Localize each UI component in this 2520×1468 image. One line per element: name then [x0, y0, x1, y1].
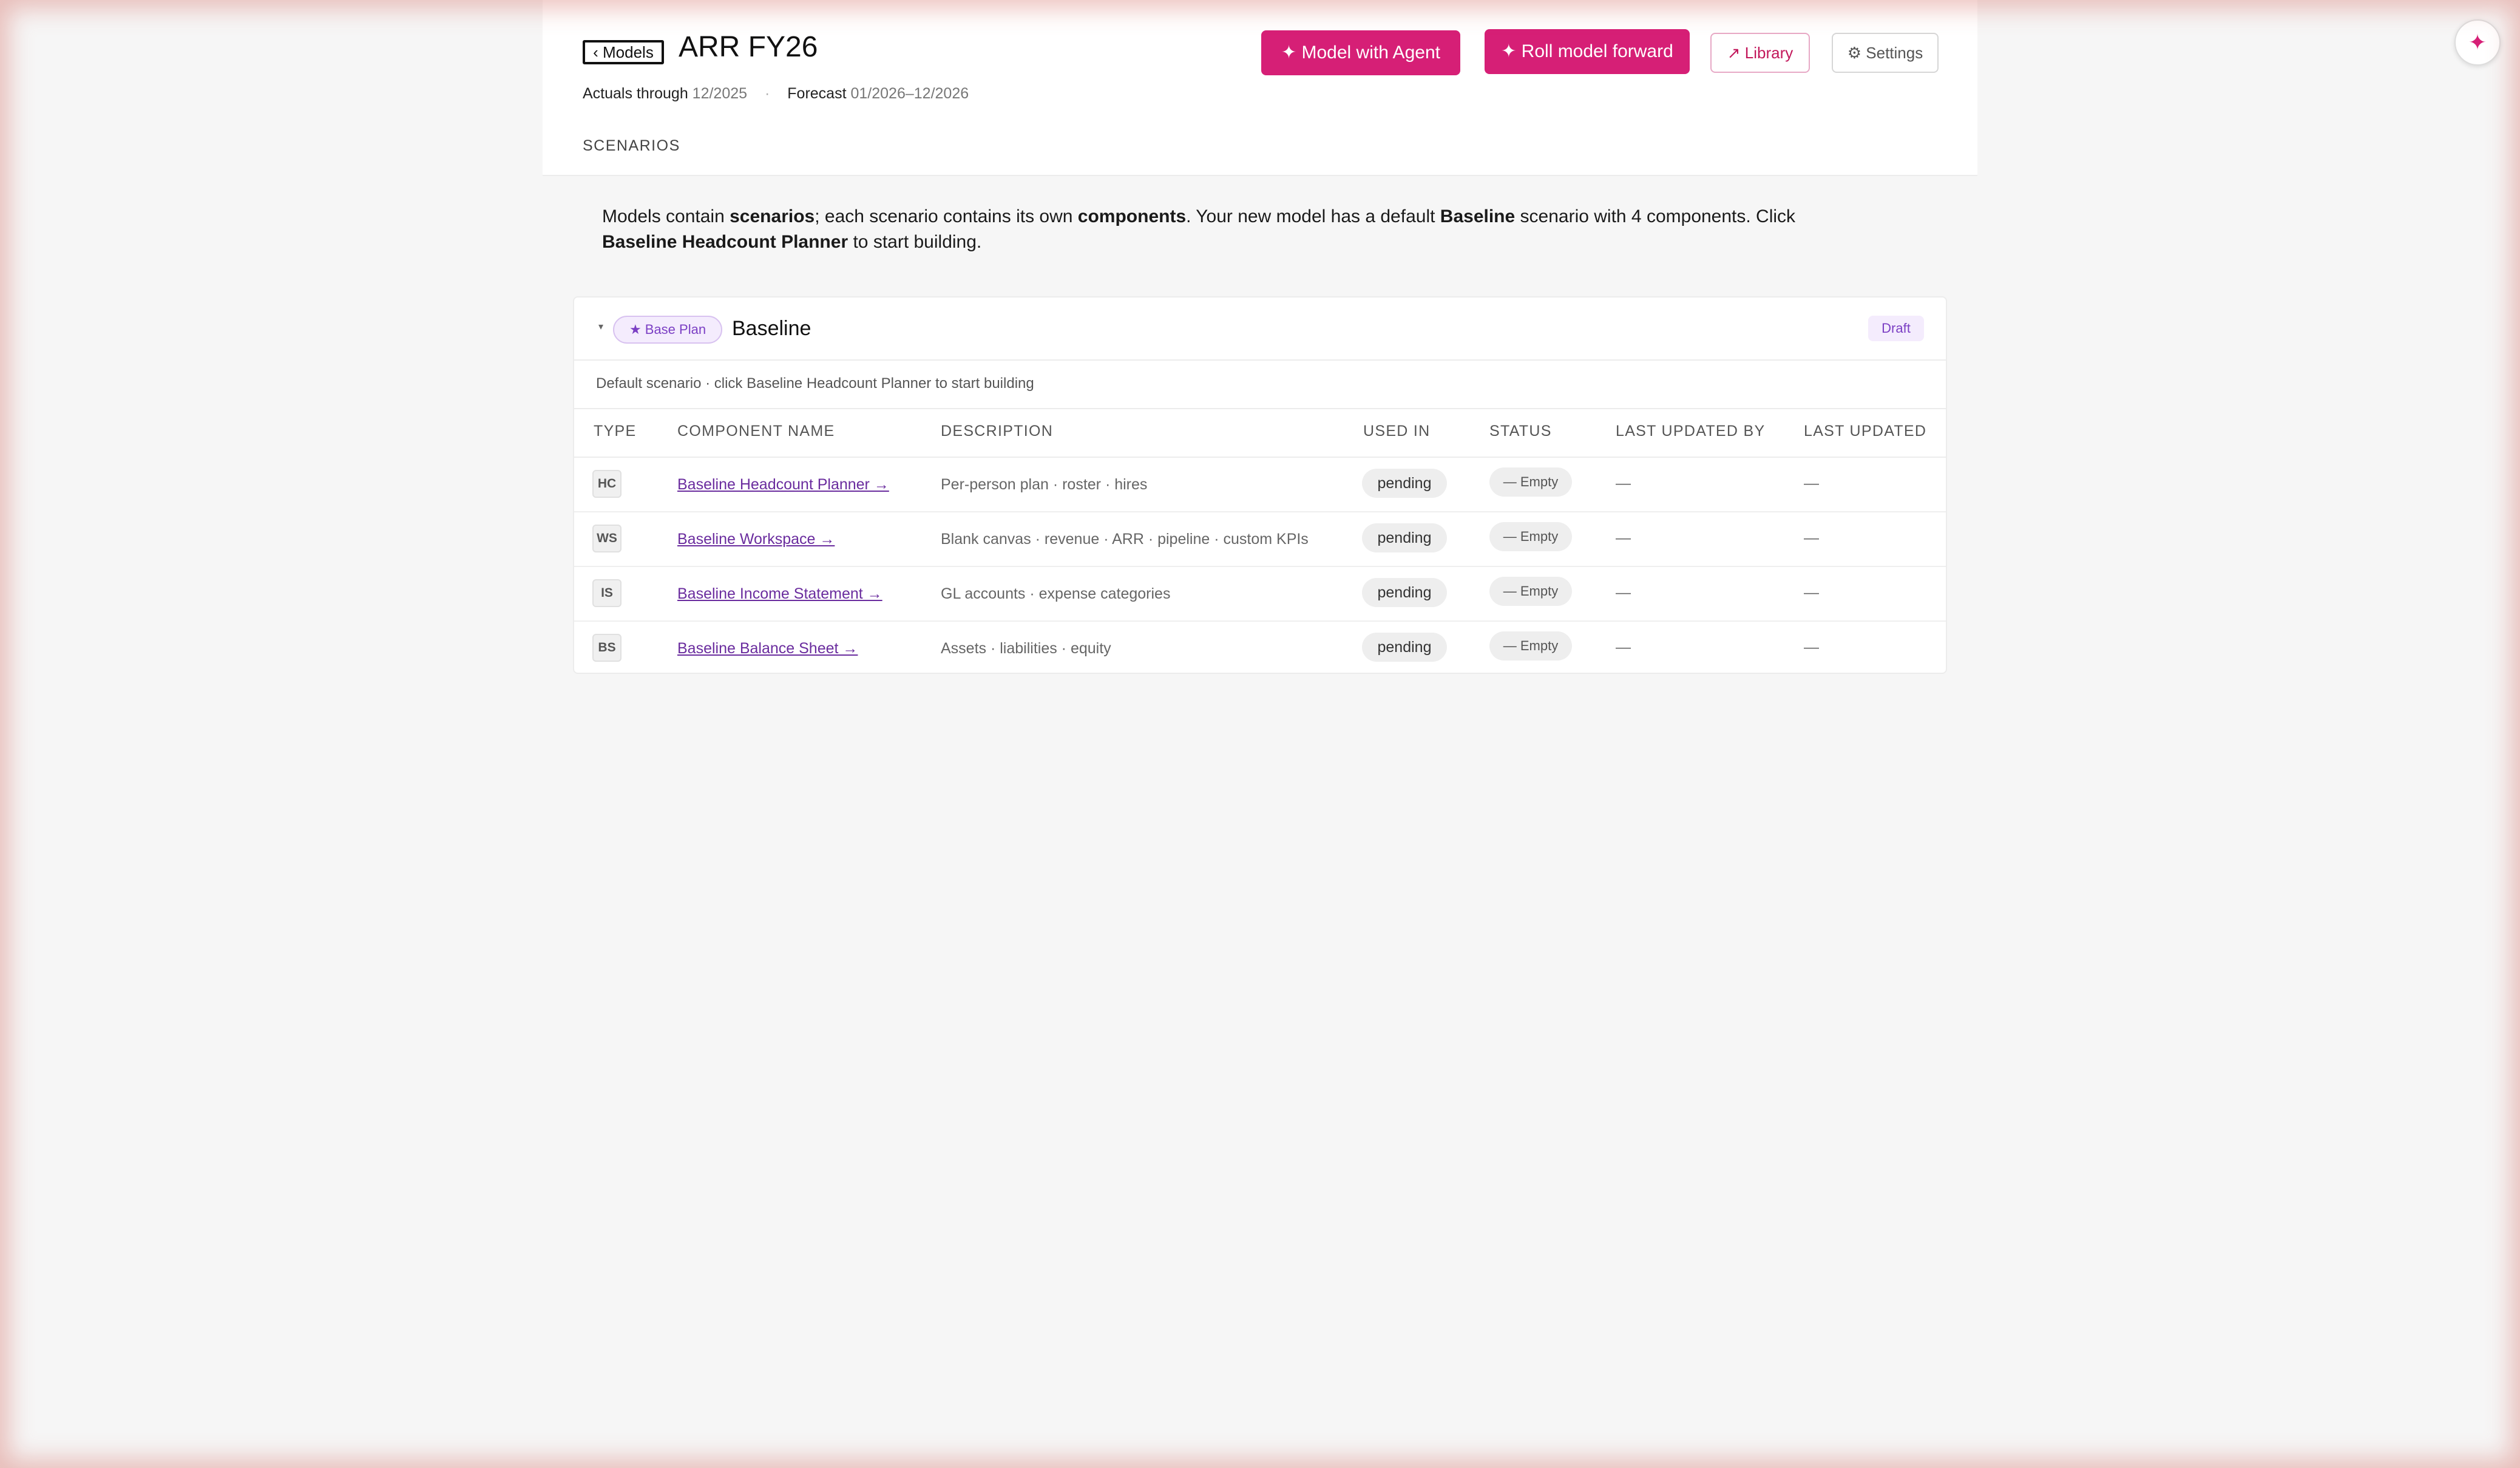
- column-header-last-updated: LAST UPDATED: [1804, 423, 1927, 440]
- component-description: Per-person plan · roster · hires: [941, 476, 1148, 493]
- component-description: GL accounts · expense categories: [941, 585, 1171, 602]
- intro-text-part: scenario with 4 components. Click: [1515, 206, 1796, 226]
- intro-bold-headcount-planner: Baseline Headcount Planner: [602, 232, 848, 252]
- status-pill: — Empty: [1489, 522, 1572, 551]
- meta-separator: ·: [765, 85, 770, 102]
- component-type-badge: WS: [592, 525, 622, 552]
- component-description: Assets · liabilities · equity: [941, 640, 1111, 657]
- component-link[interactable]: Baseline Workspace →: [677, 531, 835, 548]
- actuals-value: 12/2025: [692, 85, 748, 102]
- component-description: Blank canvas · revenue · ARR · pipeline …: [941, 531, 1309, 548]
- scenario-name: Baseline: [732, 317, 811, 340]
- used-in-pill: pending: [1362, 523, 1447, 552]
- used-in-pill: pending: [1362, 469, 1447, 498]
- column-header-last-updated-by: LAST UPDATED BY: [1616, 423, 1766, 440]
- column-header-component-name: COMPONENT NAME: [677, 423, 835, 440]
- status-pill: — Empty: [1489, 631, 1572, 661]
- component-type-badge: HC: [592, 470, 622, 498]
- library-button[interactable]: ↗ Library: [1710, 33, 1810, 73]
- used-in-pill: pending: [1362, 578, 1447, 607]
- last-updated-by-value: —: [1616, 639, 1631, 656]
- model-with-agent-button[interactable]: ✦ Model with Agent: [1261, 30, 1460, 75]
- collapse-caret-icon[interactable]: ▾: [598, 321, 603, 333]
- model-header: ‹ Models ARR FY26 Actuals through 12/202…: [543, 0, 1977, 176]
- last-updated-by-value: —: [1616, 475, 1631, 492]
- table-row: IS Baseline Income Statement → GL accoun…: [574, 567, 1946, 622]
- intro-bold-scenarios: scenarios: [730, 206, 815, 226]
- last-updated-value: —: [1804, 584, 1819, 601]
- component-link[interactable]: Baseline Income Statement →: [677, 585, 882, 602]
- column-header-status: STATUS: [1489, 423, 1552, 440]
- intro-text-part: . Your new model has a default: [1186, 206, 1440, 226]
- last-updated-value: —: [1804, 475, 1819, 492]
- status-pill: — Empty: [1489, 577, 1572, 606]
- component-name-cell: Baseline Income Statement →: [677, 585, 882, 603]
- intro-text-part: ; each scenario contains its own: [815, 206, 1078, 226]
- table-row: WS Baseline Workspace → Blank canvas · r…: [574, 512, 1946, 567]
- component-type-badge: BS: [592, 634, 622, 662]
- assistant-sparkle-icon[interactable]: ✦: [2454, 19, 2501, 66]
- roll-model-forward-button[interactable]: ✦ Roll model forward: [1485, 29, 1690, 74]
- table-row: BS Baseline Balance Sheet → Assets · lia…: [574, 622, 1946, 673]
- actuals-label: Actuals through: [583, 85, 688, 102]
- page-title: ARR FY26: [679, 31, 818, 63]
- last-updated-value: —: [1804, 639, 1819, 656]
- scenario-card-header[interactable]: ▾ ★ Base Plan Baseline Draft: [574, 297, 1946, 361]
- model-period-meta: Actuals through 12/2025 · Forecast 01/20…: [583, 85, 969, 103]
- intro-bold-components: components: [1077, 206, 1187, 226]
- forecast-value: 01/2026–12/2026: [850, 85, 969, 102]
- forecast-label: Forecast: [787, 85, 847, 102]
- last-updated-by-value: —: [1616, 529, 1631, 546]
- column-header-type: TYPE: [594, 423, 637, 440]
- intro-bold-baseline: Baseline: [1440, 206, 1516, 226]
- intro-text: Models contain scenarios; each scenario …: [602, 204, 1871, 255]
- intro-text-part: Models contain: [602, 206, 730, 226]
- column-header-description: DESCRIPTION: [941, 423, 1054, 440]
- used-in-pill: pending: [1362, 633, 1447, 662]
- column-header-used-in: USED IN: [1363, 423, 1431, 440]
- base-plan-badge: ★ Base Plan: [613, 316, 722, 344]
- settings-button[interactable]: ⚙ Settings: [1832, 33, 1939, 73]
- component-name-cell: Baseline Workspace →: [677, 531, 835, 548]
- last-updated-by-value: —: [1616, 584, 1631, 601]
- back-to-models-button[interactable]: ‹ Models: [583, 40, 664, 64]
- table-header: TYPE COMPONENT NAME DESCRIPTION USED IN …: [574, 408, 1946, 458]
- component-type-badge: IS: [592, 579, 622, 607]
- component-name-cell: Baseline Headcount Planner →: [677, 476, 889, 494]
- component-link[interactable]: Baseline Headcount Planner →: [677, 476, 889, 493]
- status-pill: — Empty: [1489, 467, 1572, 497]
- component-name-cell: Baseline Balance Sheet →: [677, 640, 858, 658]
- scenarios-section-label: SCENARIOS: [583, 137, 680, 154]
- last-updated-value: —: [1804, 529, 1819, 546]
- scenario-subtitle: Default scenario · click Baseline Headco…: [596, 375, 1034, 392]
- component-link[interactable]: Baseline Balance Sheet →: [677, 640, 858, 657]
- intro-text-part: to start building.: [848, 232, 982, 252]
- scenario-card: ▾ ★ Base Plan Baseline Draft Default sce…: [573, 296, 1947, 674]
- table-row: HC Baseline Headcount Planner → Per-pers…: [574, 458, 1946, 512]
- status-badge: Draft: [1868, 316, 1924, 341]
